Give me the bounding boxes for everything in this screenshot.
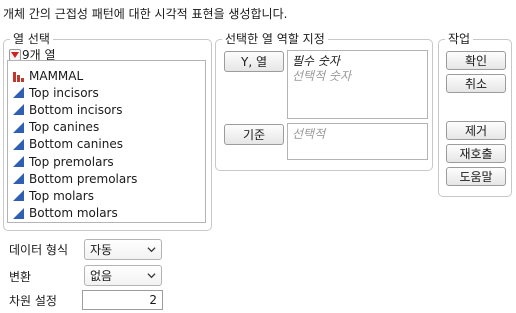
column-list-item[interactable]: Bottom incisors — [12, 101, 122, 118]
column-select-legend: 열 선택 — [10, 32, 53, 46]
dimension-input[interactable]: 2 — [82, 290, 163, 310]
cancel-button[interactable]: 취소 — [446, 74, 506, 93]
continuous-triangle-icon — [13, 104, 24, 116]
column-name: Bottom molars — [29, 206, 118, 221]
column-list-item[interactable]: Top incisors — [12, 84, 99, 101]
by-button[interactable]: 기준 — [224, 124, 284, 145]
column-name: Bottom incisors — [29, 102, 123, 117]
y-optional-hint: 선택적 숫자 — [292, 69, 352, 83]
column-list-item[interactable]: Bottom molars — [12, 205, 118, 222]
transform-select[interactable]: 없음 — [84, 265, 162, 286]
by-optional-hint: 선택적 — [292, 127, 326, 141]
chevron-down-icon — [147, 273, 156, 279]
column-name: Top premolars — [29, 154, 114, 169]
data-format-select[interactable]: 자동 — [84, 239, 162, 260]
remove-button[interactable]: 제거 — [446, 121, 506, 140]
y-required-hint: 필수 숫자 — [292, 54, 340, 68]
column-list-item[interactable]: Bottom premolars — [12, 170, 137, 187]
transform-value: 없음 — [90, 269, 113, 283]
continuous-triangle-icon — [13, 190, 24, 202]
column-name: MAMMAL — [29, 68, 84, 83]
column-name: Top incisors — [29, 85, 99, 100]
by-role-list[interactable]: 선택적 — [287, 123, 428, 160]
y-role-list[interactable]: 필수 숫자 선택적 숫자 — [287, 50, 428, 119]
continuous-triangle-icon — [13, 138, 24, 150]
column-name: Bottom premolars — [29, 171, 138, 186]
column-list-item[interactable]: Top premolars — [12, 153, 114, 170]
chevron-down-icon — [147, 247, 156, 253]
role-assign-legend: 선택한 열 역할 지정 — [222, 32, 328, 46]
transform-label: 변환 — [9, 270, 32, 284]
red-triangle-menu-icon[interactable] — [9, 48, 21, 61]
column-name: Top canines — [29, 120, 100, 135]
dialog-description: 개체 간의 근접성 패턴에 대한 시각적 표현을 생성합니다. — [3, 7, 288, 21]
continuous-triangle-icon — [13, 156, 24, 167]
data-format-value: 자동 — [90, 243, 113, 257]
column-list-item[interactable]: Bottom canines — [12, 136, 123, 153]
continuous-triangle-icon — [13, 87, 24, 99]
ok-button[interactable]: 확인 — [446, 51, 506, 70]
help-button[interactable]: 도움말 — [446, 167, 506, 186]
data-format-label: 데이터 형식 — [9, 243, 69, 257]
dimension-label: 차원 설정 — [9, 294, 57, 308]
continuous-triangle-icon — [13, 121, 24, 133]
recall-button[interactable]: 재호출 — [446, 144, 506, 163]
column-list-item[interactable]: Top canines — [12, 119, 99, 136]
y-columns-button[interactable]: Y, 열 — [224, 51, 284, 72]
continuous-triangle-icon — [13, 173, 24, 185]
column-list-item[interactable]: MAMMAL — [12, 67, 83, 84]
column-list[interactable]: MAMMAL Top incisors Bottom incisors Top can… — [7, 60, 206, 223]
actions-legend: 작업 — [445, 32, 474, 46]
column-name: Top molars — [29, 188, 94, 203]
continuous-triangle-icon — [13, 207, 24, 219]
column-name: Bottom canines — [29, 137, 123, 152]
nominal-bar-icon — [13, 72, 24, 82]
column-list-item[interactable]: Top molars — [12, 187, 94, 204]
